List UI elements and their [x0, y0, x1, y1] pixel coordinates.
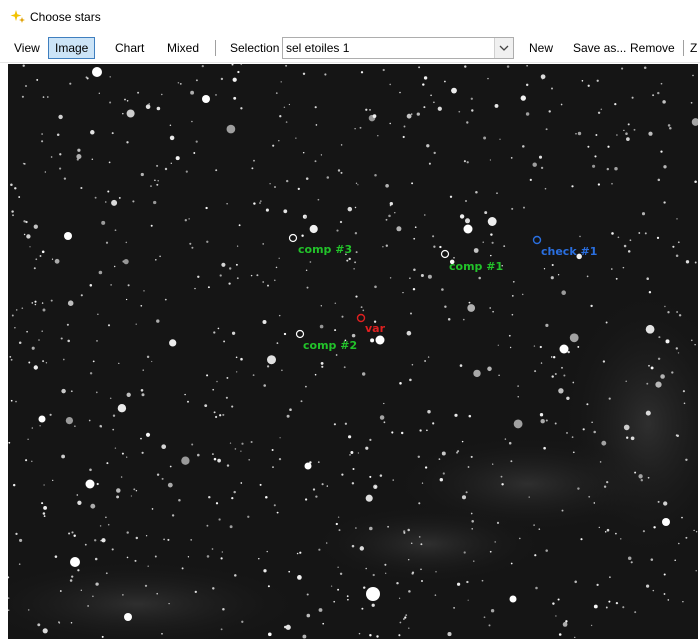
marker-label-comp3: comp #3 [298, 243, 352, 256]
chevron-down-icon[interactable] [494, 38, 513, 58]
new-button[interactable]: New [523, 37, 559, 59]
star-field-canvas[interactable]: comp #3 comp #1 check #1 var comp #2 [8, 64, 698, 639]
marker-label-comp2: comp #2 [303, 339, 357, 352]
marker-label-check1: check #1 [541, 245, 597, 258]
title-bar: Choose stars [0, 0, 700, 34]
selection-value: sel etoiles 1 [286, 41, 350, 55]
remove-button[interactable]: Remove [624, 37, 681, 59]
selection-label: Selection [230, 41, 280, 55]
chart-button[interactable]: Chart [109, 37, 150, 59]
selection-dropdown[interactable]: sel etoiles 1 [282, 37, 514, 59]
overflow-button[interactable]: Z [688, 37, 699, 59]
sparkle-star-icon [10, 10, 25, 23]
marker-label-var: var [365, 322, 386, 335]
image-button[interactable]: Image [48, 37, 96, 59]
mixed-button[interactable]: Mixed [161, 37, 205, 59]
marker-label-comp1: comp #1 [449, 260, 503, 273]
view-button[interactable]: View [8, 37, 46, 59]
save-as-button[interactable]: Save as... [567, 37, 632, 59]
star-field-image[interactable]: comp #3 comp #1 check #1 var comp #2 [8, 64, 698, 639]
toolbar-separator [215, 40, 216, 56]
window-title: Choose stars [30, 10, 101, 24]
toolbar-separator [683, 40, 684, 56]
